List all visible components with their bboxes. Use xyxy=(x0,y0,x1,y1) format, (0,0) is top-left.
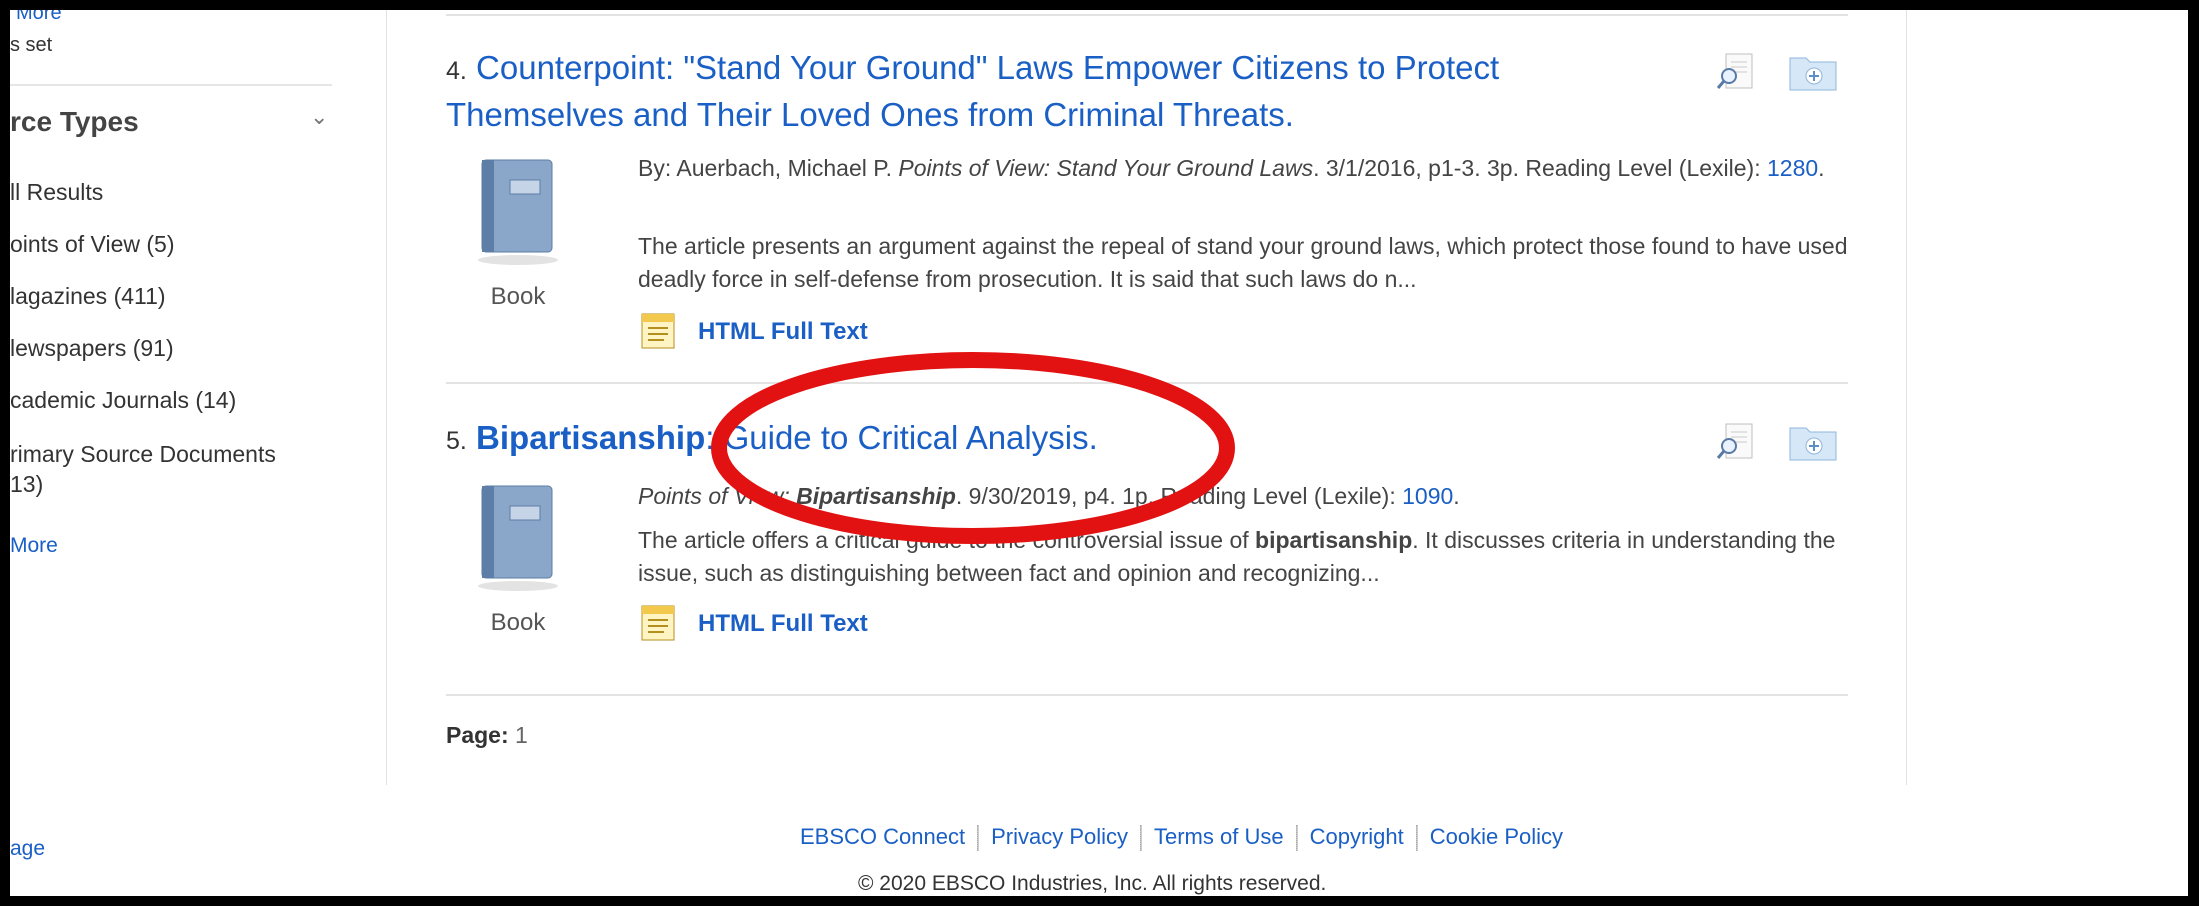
preview-magnifier-icon[interactable] xyxy=(1716,52,1756,92)
sidebar-set-text: s set xyxy=(10,34,53,56)
browser-viewport: More s set rce Types ⌄ ll Results oints … xyxy=(10,10,2188,896)
record-details: . 3/1/2016, p1-3. 3p. Reading Level (Lex… xyxy=(1313,155,1767,181)
preview-magnifier-icon[interactable] xyxy=(1716,422,1756,462)
record-title-4: 4. Counterpoint: "Stand Your Ground" Law… xyxy=(446,46,1676,136)
record-abstract: The article offers a critical guide to t… xyxy=(638,524,1858,590)
record-type: Book xyxy=(468,156,568,311)
record-title-rest[interactable]: : Guide to Critical Analysis. xyxy=(705,419,1098,456)
facet-title[interactable]: rce Types xyxy=(10,106,139,138)
html-fulltext-icon[interactable] xyxy=(638,310,678,350)
record-type-label: Book xyxy=(490,283,546,310)
separator xyxy=(1140,825,1142,852)
separator xyxy=(1295,825,1298,852)
divider xyxy=(1906,10,1907,785)
sidebar-more-link[interactable]: More xyxy=(10,534,58,558)
record-number: 5. xyxy=(446,427,467,455)
lexile-link[interactable]: 1280 xyxy=(1767,155,1818,181)
results-list: 4. Counterpoint: "Stand Your Ground" Law… xyxy=(446,10,1848,780)
separator xyxy=(977,825,980,852)
sidebar-page-link[interactable]: age xyxy=(10,837,45,861)
record-title-bold[interactable]: Bipartisanship xyxy=(476,419,705,456)
record-abstract: The article presents an argument against… xyxy=(638,233,1848,292)
record-number: 4. xyxy=(446,57,467,85)
copyright-text: © 2020 EBSCO Industries, Inc. All rights… xyxy=(858,872,1327,895)
add-to-folder-icon[interactable] xyxy=(1788,422,1838,462)
facet-magazines[interactable]: lagazines (411) xyxy=(10,282,166,311)
facet-newspapers[interactable]: lewspapers (91) xyxy=(10,334,174,363)
facet-primary-source-count: 13) xyxy=(10,471,44,497)
abstract-highlight: bipartisanship xyxy=(1255,527,1413,553)
record-type-label: Book xyxy=(490,609,546,636)
html-fulltext-label[interactable]: HTML Full Text xyxy=(698,318,868,346)
chevron-down-icon[interactable]: ⌄ xyxy=(310,104,328,130)
record-source: Points of View: xyxy=(638,483,797,509)
lexile-link[interactable]: 1090 xyxy=(1402,483,1453,509)
footer-link-privacy-policy[interactable]: Privacy Policy xyxy=(991,824,1128,849)
record-source: Points of View: Stand Your Ground Laws xyxy=(898,155,1314,181)
record-title-5: 5. Bipartisanship: Guide to Critical Ana… xyxy=(446,416,1676,463)
book-icon xyxy=(478,159,558,265)
footer-link-terms-of-use[interactable]: Terms of Use xyxy=(1154,824,1284,849)
sidebar: More s set rce Types ⌄ ll Results oints … xyxy=(10,10,387,785)
facet-primary-source-documents[interactable]: rimary Source Documents xyxy=(10,440,276,469)
record-type: Book xyxy=(468,482,568,637)
divider xyxy=(446,382,1848,384)
book-icon xyxy=(478,485,558,591)
record-author: By: Auerbach, Michael P. xyxy=(638,155,899,181)
record-title-link[interactable]: Bipartisanship: Guide to Critical Analys… xyxy=(476,419,1098,456)
record-meta: Points of View: Bipartisanship. 9/30/201… xyxy=(638,480,1858,513)
record-source-bold: Bipartisanship xyxy=(796,483,956,509)
pager: Page: 1 xyxy=(446,722,528,749)
facet-points-of-view[interactable]: oints of View (5) xyxy=(10,230,174,259)
footer-links: EBSCO Connect Privacy Policy Terms of Use C… xyxy=(800,824,1563,852)
footer-link-cookie-policy[interactable]: Cookie Policy xyxy=(1430,824,1563,849)
add-to-folder-icon[interactable] xyxy=(1788,52,1838,92)
separator xyxy=(1415,825,1418,852)
html-fulltext-label[interactable]: HTML Full Text xyxy=(698,610,868,638)
record-meta: By: Auerbach, Michael P. Points of View:… xyxy=(638,152,1858,185)
pager-current: 1 xyxy=(515,722,528,748)
footer-link-copyright[interactable]: Copyright xyxy=(1310,824,1404,849)
meta-end: . xyxy=(1818,155,1825,181)
divider xyxy=(446,694,1848,696)
facet-academic-journals[interactable]: cademic Journals (14) xyxy=(10,386,236,415)
meta-end: . xyxy=(1453,483,1460,509)
footer-link-ebsco-connect[interactable]: EBSCO Connect xyxy=(800,824,965,849)
pager-label: Page: xyxy=(446,722,509,748)
record-details: . 9/30/2019, p4. 1p. Reading Level (Lexi… xyxy=(955,483,1403,509)
record-title-link[interactable]: Counterpoint: "Stand Your Ground" Laws E… xyxy=(446,49,1499,133)
html-fulltext-icon[interactable] xyxy=(638,602,678,642)
sidebar-divider xyxy=(10,84,332,86)
facet-all-results[interactable]: ll Results xyxy=(10,178,103,207)
abstract-text: The article offers a critical guide to t… xyxy=(638,527,1256,553)
sidebar-more-link-top[interactable]: More xyxy=(16,10,62,25)
divider xyxy=(446,14,1848,16)
